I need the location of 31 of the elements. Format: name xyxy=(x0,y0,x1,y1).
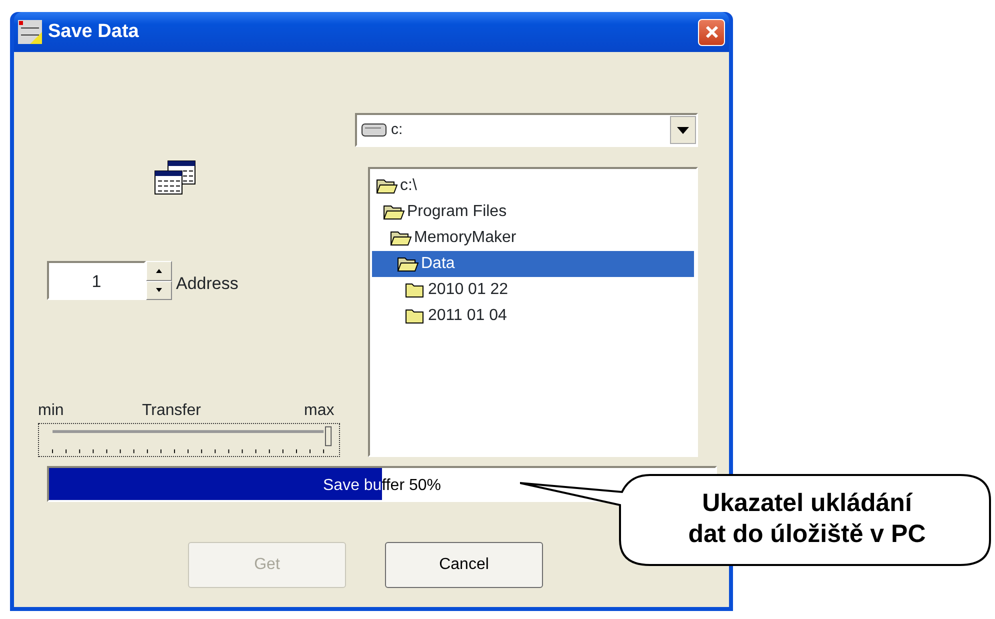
min-label: min xyxy=(38,401,64,421)
tree-item[interactable]: Data xyxy=(372,251,694,277)
tree-item[interactable]: MemoryMaker xyxy=(372,225,694,251)
tables-icon xyxy=(154,160,196,196)
window-title: Save Data xyxy=(48,20,139,44)
max-label: max xyxy=(304,401,334,421)
close-icon xyxy=(704,25,718,39)
drive-icon xyxy=(361,123,387,137)
address-field[interactable]: 1 xyxy=(47,261,146,300)
folder-icon xyxy=(404,307,426,325)
folder-icon xyxy=(404,281,426,299)
tree-item[interactable]: 2011 01 04 xyxy=(372,303,694,329)
drive-value: c: xyxy=(391,120,403,140)
transfer-slider[interactable] xyxy=(38,423,340,457)
slider-thumb[interactable] xyxy=(325,426,332,446)
spin-down-button[interactable] xyxy=(146,280,172,300)
down-arrow-icon xyxy=(156,288,162,292)
caret-icon xyxy=(677,126,689,134)
spin-up-button[interactable] xyxy=(146,261,172,280)
address-label: Address xyxy=(176,273,238,295)
dropdown-button[interactable] xyxy=(670,116,696,144)
app-icon xyxy=(18,20,42,44)
tree-item[interactable]: 2010 01 22 xyxy=(372,277,694,303)
callout-text: Ukazatel ukládání dat do úložiště v PC xyxy=(687,488,927,550)
drive-dropdown[interactable]: c: xyxy=(355,113,698,147)
up-arrow-icon xyxy=(156,268,162,273)
dialog-button[interactable]: Cancel xyxy=(385,542,543,588)
tree-item[interactable]: c:\ xyxy=(372,173,694,199)
close-button[interactable] xyxy=(698,18,725,46)
transfer-label: Transfer xyxy=(142,401,201,421)
tree-item[interactable]: Program Files xyxy=(372,199,694,225)
